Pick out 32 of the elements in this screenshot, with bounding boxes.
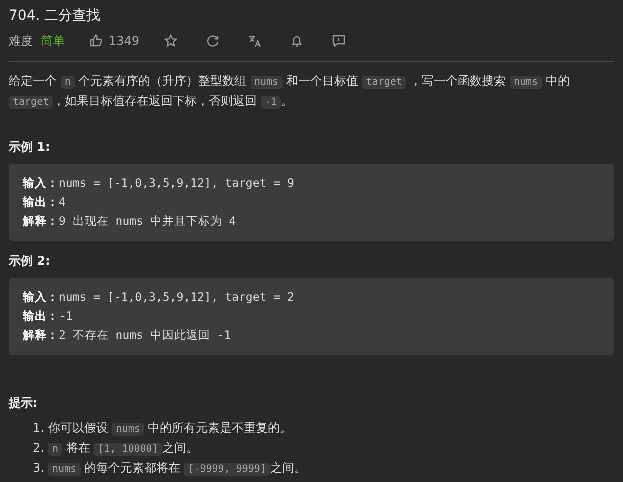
example-label: 输出： [23,195,59,209]
difficulty-label: 难度 [9,32,33,50]
example-value: 9 出现在 nums 中并且下标为 4 [59,214,236,228]
hints-heading: 提示: [9,395,39,411]
hint-text: 你可以假设 nums 中的所有元素是不重复的。 [48,420,292,438]
list-number: 2. [33,440,44,457]
difficulty-level: 简单 [41,32,65,50]
example-heading: 示例 2: [9,253,52,269]
translate-icon[interactable] [248,34,262,48]
star-icon[interactable] [164,34,178,48]
list-number: 3. [33,460,44,477]
example-label: 输出： [23,309,59,323]
example-value: 2 不存在 nums 中因此返回 -1 [59,328,232,342]
like-count: 1349 [109,34,140,48]
refresh-icon[interactable] [206,34,220,48]
example-value: 4 [59,195,66,209]
list-number: 1. [33,420,44,437]
example-value: -1 [59,309,73,323]
description-paragraph: 给定一个 n 个元素有序的（升序）整型数组 nums 和一个目标值 target ，写一个函数搜索 nums 中的 target ，如果目标值存在返回下标，否则返回 -1 。 [9,73,571,111]
example-heading: 示例 1: [9,139,52,155]
thumbs-up-icon[interactable] [89,34,103,48]
example-label: 解释： [23,328,59,342]
example-label: 输入： [23,176,59,190]
hint-text: nums 的每个元素都将在 [-9999, 9999] 之间。 [48,459,306,479]
hint-text: n 将在 [1, 10000] 之间。 [48,439,198,459]
example-value: nums = [-1,0,3,5,9,12], target = 2 [59,290,294,304]
problem-title: 704. 二分查找 [9,7,102,26]
example-value: nums = [-1,0,3,5,9,12], target = 9 [59,176,294,190]
example-label: 输入： [23,290,59,304]
feedback-icon[interactable] [332,34,346,48]
example-label: 解释： [23,214,59,228]
bell-icon[interactable] [290,34,304,48]
